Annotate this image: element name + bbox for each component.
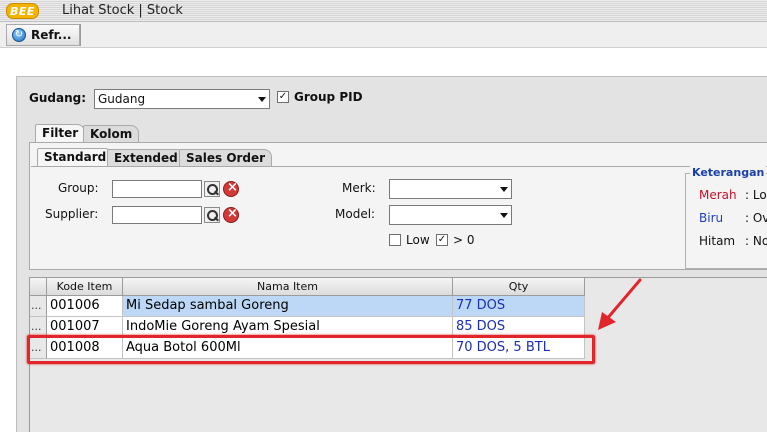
merk-label: Merk: bbox=[342, 181, 376, 195]
gt-zero-checkbox[interactable]: ✓ bbox=[436, 234, 448, 246]
merk-select[interactable] bbox=[389, 179, 512, 199]
column-header-kode[interactable]: Kode Item bbox=[47, 278, 123, 296]
group-label: Group: bbox=[58, 181, 99, 195]
bee-logo: BEE bbox=[6, 3, 39, 19]
group-pid-checkbox[interactable]: ✓ bbox=[277, 91, 289, 103]
keterangan-title: Keterangan bbox=[690, 166, 767, 179]
chevron-down-icon bbox=[258, 97, 266, 102]
supplier-input[interactable] bbox=[112, 206, 202, 224]
refresh-icon: ↻ bbox=[12, 28, 26, 42]
chevron-down-icon bbox=[500, 187, 508, 192]
row-handle[interactable]: ... bbox=[30, 296, 47, 317]
tab-standard[interactable]: Standard bbox=[37, 148, 114, 166]
window-title: Lihat Stock | Stock bbox=[62, 3, 183, 18]
refresh-label: Refr... bbox=[31, 28, 72, 42]
group-pid-label: Group PID bbox=[294, 90, 363, 104]
legend-biru-desc: : Ov bbox=[745, 211, 767, 225]
cell-kode: 001006 bbox=[47, 296, 123, 317]
keterangan-legend: Keterangan Merah : Lo Biru : Ov Hitam : … bbox=[685, 166, 767, 269]
group-input[interactable] bbox=[112, 180, 202, 198]
low-label: Low bbox=[406, 233, 430, 247]
toolbar-separator bbox=[80, 24, 81, 46]
toolbar: ↻ Refr... bbox=[0, 22, 767, 48]
refresh-button[interactable]: ↻ Refr... bbox=[6, 24, 80, 46]
tab-sales-order[interactable]: Sales Order bbox=[179, 149, 273, 167]
column-header-nama[interactable]: Nama Item bbox=[123, 278, 453, 296]
chevron-down-icon bbox=[500, 213, 508, 218]
model-label: Model: bbox=[335, 207, 376, 221]
main-panel: Gudang: Gudang ✓ Group PID Filter Kolom … bbox=[16, 76, 767, 432]
highlight-box bbox=[27, 335, 595, 364]
legend-merah-desc: : Lo bbox=[745, 188, 767, 202]
supplier-label: Supplier: bbox=[45, 207, 99, 221]
grid-corner bbox=[30, 278, 47, 296]
cell-nama: Mi Sedap sambal Goreng bbox=[123, 296, 453, 317]
legend-hitam: Hitam bbox=[699, 234, 736, 248]
gudang-label: Gudang: bbox=[29, 91, 87, 105]
cell-qty: 77 DOS bbox=[453, 296, 585, 317]
group-clear-icon[interactable] bbox=[223, 180, 239, 197]
gt-zero-label: > 0 bbox=[453, 233, 475, 247]
gudang-value: Gudang bbox=[98, 92, 146, 106]
tab-kolom[interactable]: Kolom bbox=[83, 125, 140, 143]
column-header-qty[interactable]: Qty bbox=[453, 278, 585, 296]
low-checkbox[interactable] bbox=[389, 234, 401, 246]
model-select[interactable] bbox=[389, 205, 512, 225]
group-search-icon[interactable] bbox=[204, 181, 220, 197]
legend-biru: Biru bbox=[699, 211, 724, 225]
title-bar: BEE Lihat Stock | Stock bbox=[0, 0, 767, 22]
supplier-clear-icon[interactable] bbox=[223, 206, 239, 223]
tab-filter[interactable]: Filter bbox=[35, 124, 86, 142]
legend-merah: Merah bbox=[699, 188, 737, 202]
tab-extended[interactable]: Extended bbox=[107, 149, 185, 167]
legend-hitam-desc: : No bbox=[745, 234, 767, 248]
gudang-select[interactable]: Gudang bbox=[94, 89, 270, 109]
annotation-arrow-icon bbox=[598, 278, 642, 330]
table-row[interactable]: ... 001006 Mi Sedap sambal Goreng 77 DOS bbox=[30, 296, 585, 317]
supplier-search-icon[interactable] bbox=[204, 207, 220, 223]
